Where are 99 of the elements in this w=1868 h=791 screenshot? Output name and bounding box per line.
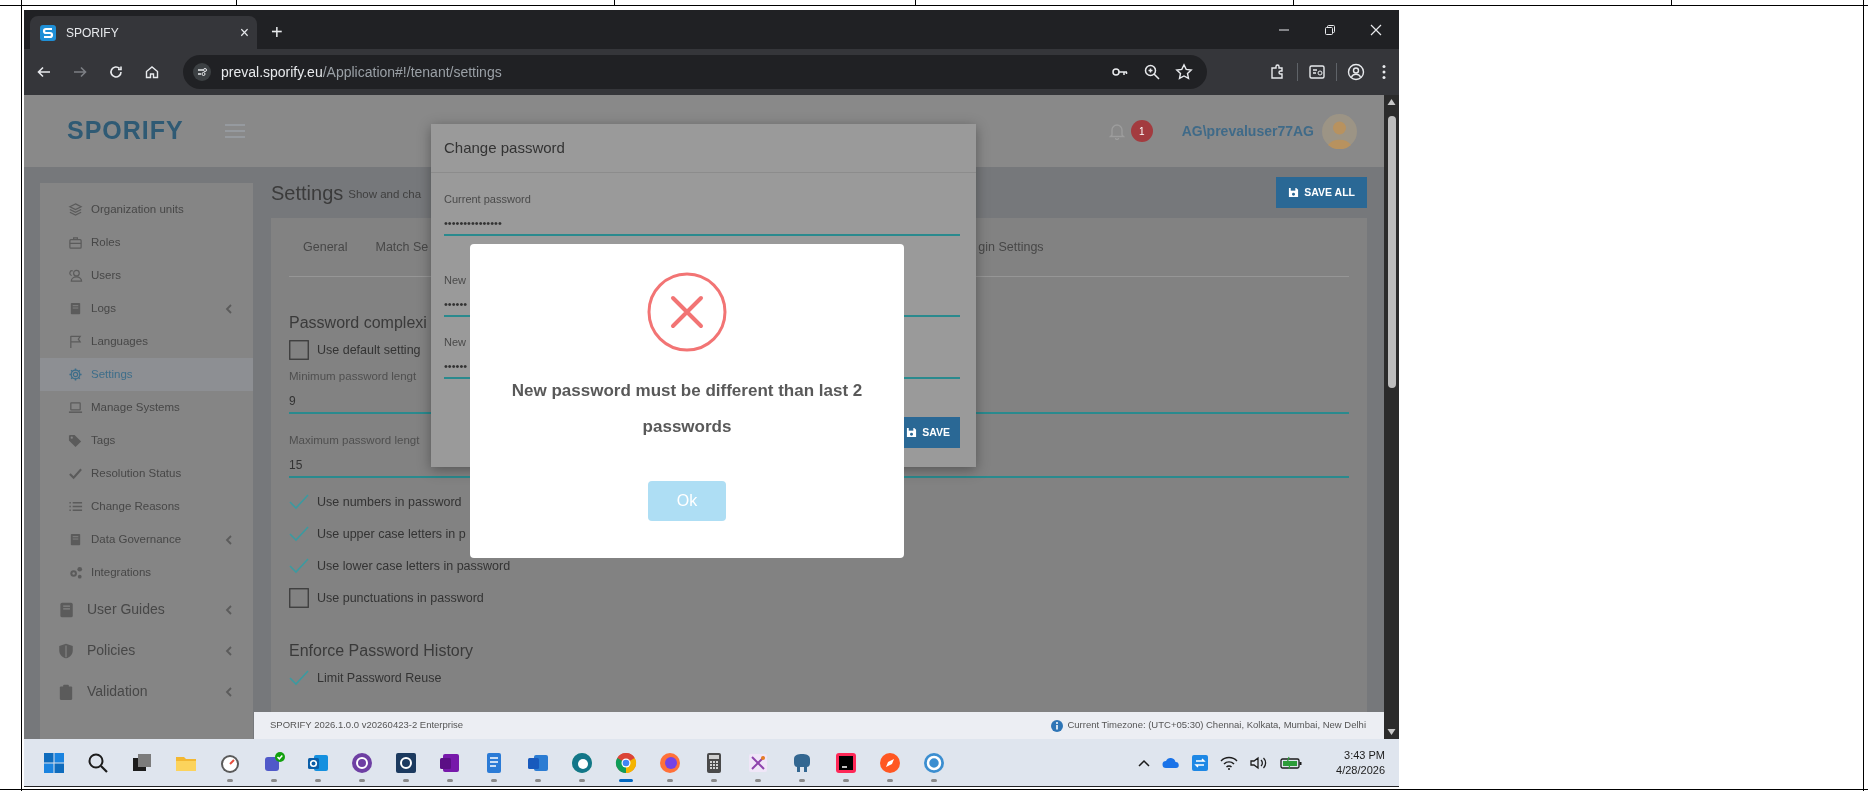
sidebar-item[interactable]: Organization units (40, 193, 253, 226)
sync-app-icon[interactable] (1192, 754, 1209, 771)
windows-icon[interactable] (42, 750, 66, 775)
book-icon (68, 532, 83, 547)
sidebar-item[interactable]: Languages (40, 325, 253, 358)
info-icon (1051, 719, 1064, 732)
shield-icon (57, 641, 75, 660)
speaker-icon[interactable] (1250, 755, 1269, 770)
scroll-up-icon[interactable] (1387, 98, 1396, 106)
sidebar-item[interactable]: Change Reasons (40, 490, 253, 523)
circle-app-icon[interactable] (350, 750, 374, 775)
field-label: New (444, 273, 466, 287)
chevron-left-icon (225, 604, 233, 615)
briefcase-icon (68, 235, 83, 250)
alert-message: New password must be different than last 2 passwords (510, 380, 864, 438)
checkbox[interactable] (289, 340, 309, 360)
gears-icon (68, 565, 83, 580)
gear-icon (68, 367, 83, 382)
back-icon[interactable] (36, 64, 52, 80)
tags-icon (68, 433, 83, 448)
checkbox[interactable] (289, 588, 309, 608)
sidebar-item[interactable]: Roles (40, 226, 253, 259)
checkbox-label: Use numbers in password (317, 493, 462, 511)
version-text: SPORIFY 2026.1.0.0 v20260423-2 Enterprise (270, 718, 464, 733)
chevron-left-icon (225, 303, 233, 314)
list-icon (68, 499, 83, 514)
book-icon (57, 600, 75, 619)
password-field[interactable]: ••••••••••••••• (444, 214, 960, 236)
username-link[interactable]: AG\prevaluser77AG (1181, 120, 1314, 142)
clock-date[interactable]: 4/28/2026 (1336, 762, 1385, 778)
logo: SPORIFY (67, 115, 184, 147)
sidebar-item[interactable]: Integrations (40, 556, 253, 589)
scroll-down-icon[interactable] (1387, 728, 1396, 736)
settings-tab[interactable]: General (289, 218, 362, 276)
checkbox-label: Use punctuations in password (317, 589, 484, 607)
section-heading: Enforce Password History (289, 641, 474, 661)
scrollbar[interactable] (1384, 95, 1399, 739)
page-title: Settings (271, 180, 344, 206)
favicon-icon (40, 24, 56, 41)
checkbox-label: Use default setting (317, 341, 421, 359)
wifi-icon[interactable] (1220, 755, 1239, 770)
close-icon[interactable] (1370, 23, 1382, 36)
sidebar-item[interactable]: Settings (40, 358, 253, 391)
field-label: Current password (444, 192, 531, 206)
fox-browser-icon[interactable] (658, 750, 682, 775)
settings-tab[interactable]: gin Settings (978, 218, 1058, 276)
compass-icon[interactable] (878, 750, 902, 775)
forward-icon[interactable] (72, 64, 88, 80)
sidebar-item[interactable]: Tags (40, 424, 253, 457)
sidebar-item[interactable]: Logs (40, 292, 253, 325)
layers-icon (68, 202, 83, 217)
code-editor-icon[interactable] (834, 750, 858, 775)
checkbox-label: Use upper case letters in p (317, 525, 466, 543)
sidebar-item[interactable]: Users (40, 259, 253, 292)
profile-icon[interactable] (1347, 63, 1365, 81)
reading-list-icon[interactable] (1308, 63, 1326, 81)
flag-icon (68, 334, 83, 349)
page-subtitle: Show and cha (348, 187, 422, 203)
sidebar-item[interactable]: Manage Systems (40, 391, 253, 424)
timezone-text: Current Timezone: (UTC+05:30) Chennai, Kolkata, Mumbai, New Delhi (1067, 718, 1366, 733)
notification-badge: 1 (1130, 120, 1153, 142)
chevron-up-icon[interactable] (1138, 758, 1151, 767)
chevron-left-icon (225, 534, 233, 545)
clipboard-icon (57, 682, 75, 701)
scrollbar-thumb[interactable] (1387, 116, 1396, 388)
star-icon[interactable] (1175, 63, 1193, 81)
laptop-icon (68, 400, 83, 415)
tab-close-button[interactable]: × (239, 24, 249, 41)
sidebar-item[interactable]: User Guides (40, 589, 253, 630)
field-label: New (444, 335, 466, 349)
checkmark-icon (68, 466, 83, 481)
cloud-icon[interactable] (1162, 756, 1181, 769)
book-icon (68, 301, 83, 316)
browser-tab[interactable]: SPORIFY × (30, 16, 257, 49)
checkbox-label: Use lower case letters in password (317, 557, 511, 575)
error-icon (647, 272, 727, 352)
dialog-title: Change password (444, 137, 565, 158)
zoom-icon[interactable] (1143, 63, 1161, 81)
sidebar-item[interactable]: Data Governance (40, 523, 253, 556)
battery-icon[interactable] (1280, 755, 1303, 770)
url-text: preval.sporify.eu/Application#!/tenant/settings (221, 62, 502, 82)
restore-icon[interactable] (1324, 23, 1336, 36)
clock-time[interactable]: 3:43 PM (1344, 747, 1385, 763)
home-icon[interactable] (144, 64, 160, 80)
site-settings-icon[interactable] (193, 63, 211, 81)
address-bar[interactable]: preval.sporify.eu/Application#!/tenant/settings (183, 55, 1207, 89)
reload-icon[interactable] (108, 64, 124, 80)
section-heading: Password complexi (289, 313, 427, 333)
new-tab-button[interactable]: + (271, 22, 283, 42)
tab-title: SPORIFY (66, 24, 119, 42)
save-all-button[interactable]: SAVE ALL (1276, 177, 1367, 208)
chevron-left-icon (225, 645, 233, 656)
sidebar-item[interactable]: Resolution Status (40, 457, 253, 490)
chevron-left-icon (225, 686, 233, 697)
checkbox-label: Limit Password Reuse (317, 669, 442, 687)
sidebar-item[interactable]: Policies (40, 630, 253, 671)
sidebar-item[interactable]: Validation (40, 671, 253, 712)
users-icon (68, 268, 83, 283)
ok-button[interactable]: Ok (648, 481, 726, 521)
